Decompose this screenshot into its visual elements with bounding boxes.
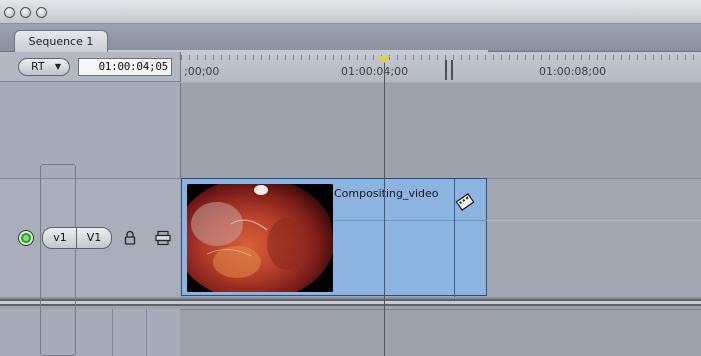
- auto-select-icon[interactable]: [155, 230, 171, 246]
- timeline-clip[interactable]: Compositing_video: [181, 178, 487, 297]
- ruler-label-2: 01:00:08;00: [539, 65, 607, 78]
- header-column-divider: [112, 309, 113, 356]
- playhead[interactable]: [384, 62, 385, 356]
- rt-label: RT: [31, 60, 45, 73]
- chevron-down-icon: ▼: [54, 62, 61, 71]
- destination-track-v1[interactable]: V1: [76, 227, 112, 249]
- clip-name: Compositing_video: [334, 187, 439, 200]
- video-audio-divider[interactable]: [0, 297, 701, 309]
- current-timecode-field[interactable]: 01:00:04;05: [78, 58, 172, 76]
- ruler-label-1: 01:00:04;00: [341, 65, 409, 78]
- tab-sequence-1[interactable]: Sequence 1: [14, 30, 108, 53]
- time-ruler[interactable]: ;00;00 01:00:04;00 01:00:08;00: [180, 52, 701, 82]
- ruler-out-marker: [451, 60, 453, 80]
- window-titlebar: [0, 0, 701, 24]
- zoom-button-icon[interactable]: [36, 7, 47, 18]
- timeline-toolbar: RT ▼ 01:00:04;05 ;00;00 01:00:04;00 01:0…: [0, 52, 701, 82]
- clip-thumbnail: [187, 184, 333, 292]
- close-button-icon[interactable]: [4, 7, 15, 18]
- ruler-ticks: [181, 55, 701, 60]
- playhead-marker-icon[interactable]: [378, 56, 390, 63]
- clip-divider: [334, 220, 487, 221]
- track-header-lower: [0, 309, 180, 356]
- ruler-label-0: ;00;00: [184, 65, 220, 78]
- header-column-divider: [146, 309, 147, 356]
- track-lane-lower[interactable]: [180, 309, 701, 356]
- filmstrip-icon: [455, 193, 475, 211]
- source-patch-frame: [40, 164, 76, 356]
- lock-icon[interactable]: [123, 230, 137, 246]
- source-patch-v1[interactable]: v1: [42, 227, 78, 249]
- track-visibility-toggle[interactable]: [18, 230, 34, 246]
- tab-strip: Sequence 1: [0, 24, 701, 53]
- ruler-in-marker: [445, 60, 447, 80]
- rt-menu-button[interactable]: RT ▼: [18, 58, 70, 76]
- minimize-button-icon[interactable]: [20, 7, 31, 18]
